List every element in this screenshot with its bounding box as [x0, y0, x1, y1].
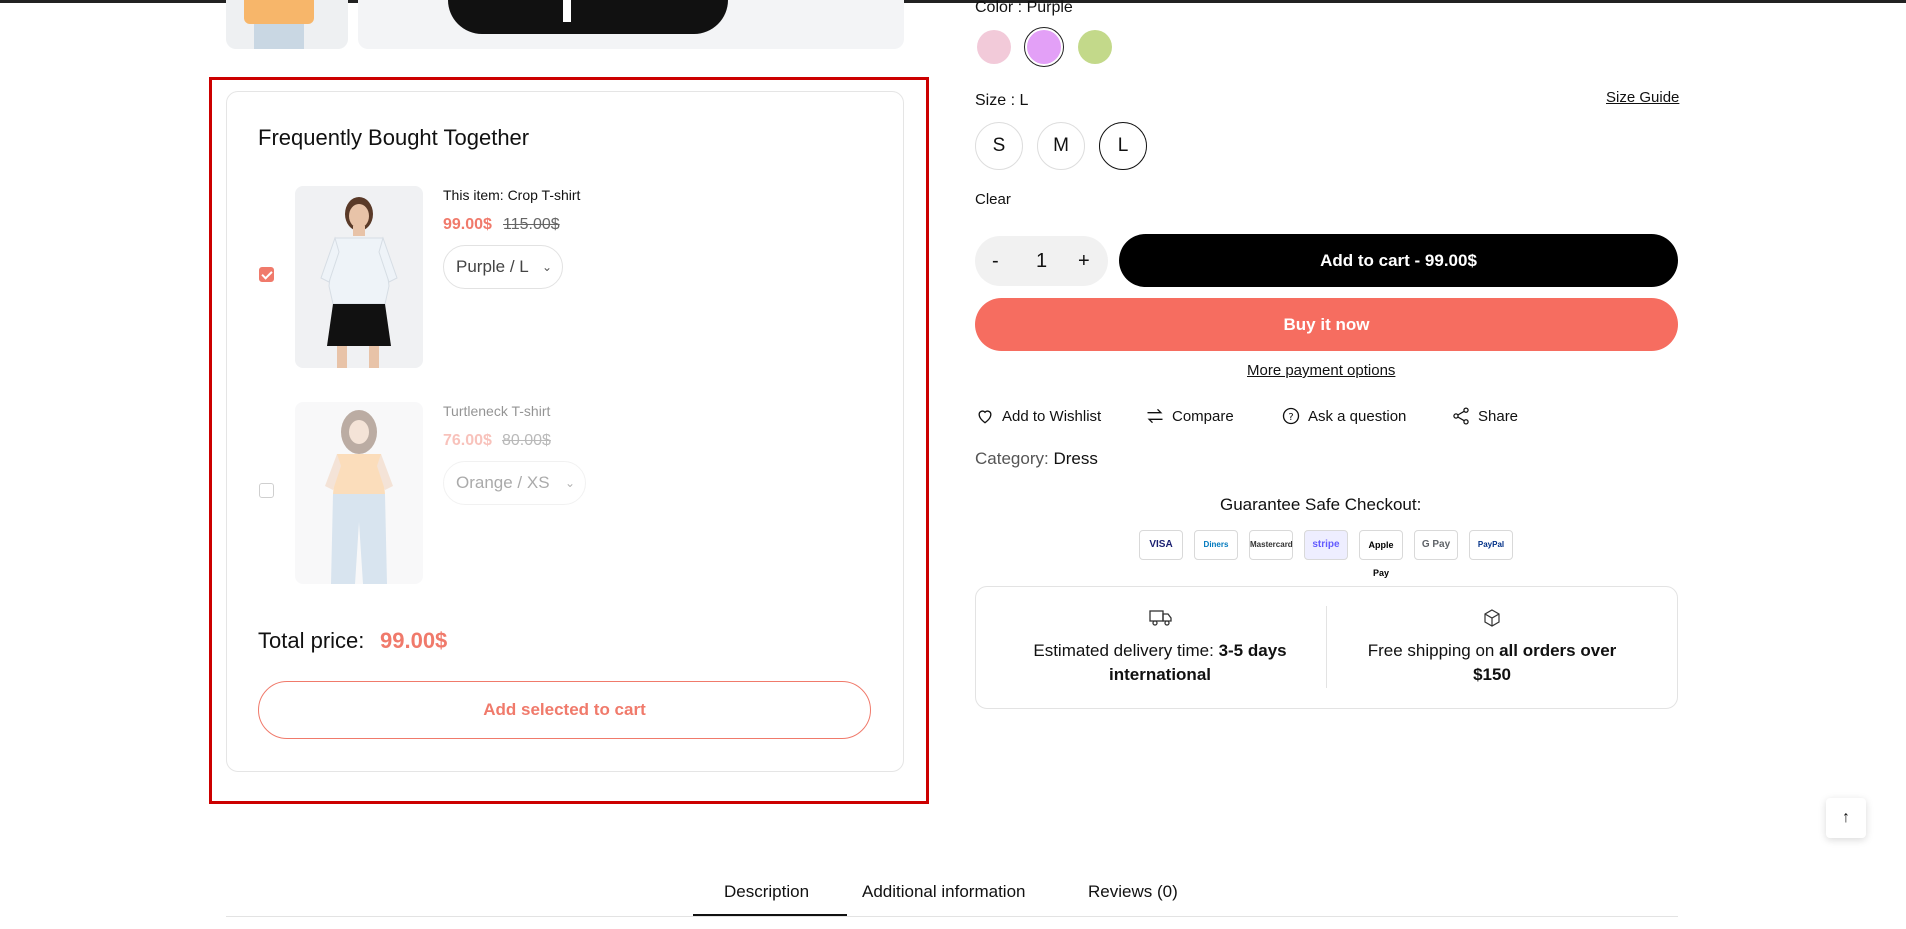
- quantity-minus-button[interactable]: -: [992, 236, 999, 286]
- color-label-text: Color :: [975, 0, 1023, 16]
- truck-icon: [1149, 610, 1172, 626]
- google-pay-icon: G Pay: [1414, 530, 1458, 560]
- more-payment-options-link[interactable]: More payment options: [1247, 362, 1395, 379]
- shipping-prefix: Free shipping on: [1367, 641, 1495, 660]
- diners-club-icon: Diners: [1194, 530, 1238, 560]
- size-value: L: [1019, 92, 1029, 109]
- share-action[interactable]: Share: [1451, 406, 1518, 426]
- gallery-thumbnail[interactable]: [226, 0, 348, 49]
- tab-reviews[interactable]: Reviews (0): [1088, 882, 1178, 902]
- delivery-prefix: Estimated delivery time:: [1033, 641, 1214, 660]
- fbt-item-name[interactable]: Turtleneck T-shirt: [443, 403, 550, 419]
- fbt-item-sale-price: 76.00$: [443, 432, 492, 449]
- size-label: Size : L: [975, 92, 1028, 110]
- mastercard-icon: Mastercard: [1249, 530, 1293, 560]
- compare-action[interactable]: Compare: [1145, 406, 1234, 426]
- swatch-green[interactable]: [1078, 30, 1112, 64]
- scroll-to-top-button[interactable]: ↑: [1826, 798, 1866, 838]
- add-to-wishlist-label: Add to Wishlist: [1002, 407, 1102, 425]
- fbt-item-checkbox[interactable]: [259, 483, 274, 498]
- product-image-turtleneck-tshirt[interactable]: [295, 402, 423, 584]
- main-image-skirt-shape: [448, 0, 728, 34]
- stripe-icon: stripe: [1304, 530, 1348, 560]
- fbt-item-checkbox[interactable]: [259, 267, 274, 282]
- compare-icon: [1147, 408, 1163, 424]
- free-shipping-text: Free shipping on all orders over $150: [1342, 639, 1642, 687]
- ask-a-question-label: Ask a question: [1308, 407, 1407, 425]
- category-link[interactable]: Dress: [1053, 449, 1097, 468]
- arrow-up-icon: ↑: [1842, 809, 1850, 826]
- variant-value: Orange / XS: [456, 473, 550, 492]
- swatch-pink[interactable]: [977, 30, 1011, 64]
- main-image-stripe: [563, 0, 571, 22]
- compare-label: Compare: [1172, 407, 1234, 425]
- fbt-variant-select[interactable]: Purple / L ⌄: [443, 245, 563, 289]
- thumbnail-jeans-shape: [254, 24, 304, 49]
- quantity-plus-button[interactable]: +: [1078, 236, 1090, 286]
- tab-description[interactable]: Description: [724, 882, 809, 902]
- size-guide-link[interactable]: Size Guide: [1606, 89, 1679, 106]
- paypal-icon: PayPal: [1469, 530, 1513, 560]
- delivery-time-text: Estimated delivery time: 3-5 days intern…: [1010, 639, 1310, 687]
- color-label: Color : Purple: [975, 0, 1073, 17]
- variant-value: Purple / L: [456, 257, 529, 276]
- total-price-value: 99.00$: [380, 628, 448, 653]
- add-selected-to-cart-button[interactable]: Add selected to cart: [258, 681, 871, 739]
- shipping-condition: all orders over: [1499, 641, 1617, 660]
- category-label: Category:: [975, 449, 1049, 468]
- gallery-main-image: [358, 0, 904, 49]
- box-icon: [1484, 609, 1500, 627]
- size-option-m[interactable]: M: [1037, 122, 1085, 170]
- delivery-days: 3-5 days: [1218, 641, 1287, 660]
- visa-icon: VISA: [1139, 530, 1183, 560]
- fbt-title: Frequently Bought Together: [258, 125, 530, 150]
- chevron-down-icon: ⌄: [541, 260, 552, 274]
- heart-icon: [978, 410, 992, 424]
- add-to-cart-button[interactable]: Add to cart - 99.00$: [1119, 234, 1678, 287]
- fbt-item-old-price: 80.00$: [502, 432, 551, 449]
- size-option-s[interactable]: S: [975, 122, 1023, 170]
- guarantee-safe-checkout-title: Guarantee Safe Checkout:: [1220, 495, 1422, 514]
- clear-link[interactable]: Clear: [975, 191, 1011, 208]
- share-label: Share: [1478, 407, 1519, 425]
- category: Category: Dress: [975, 449, 1098, 469]
- size-option-l[interactable]: L: [1099, 122, 1147, 170]
- active-tab-indicator: [693, 914, 847, 916]
- delivery-region: international: [1108, 665, 1211, 684]
- tab-additional-information[interactable]: Additional information: [862, 882, 1025, 902]
- quantity-stepper: - 1 +: [975, 236, 1108, 286]
- color-value: Purple: [1026, 0, 1073, 16]
- fbt-item-old-price: 115.00$: [503, 216, 560, 233]
- shipping-threshold: $150: [1473, 665, 1511, 684]
- buy-it-now-button[interactable]: Buy it now: [975, 298, 1678, 351]
- chevron-down-icon: ⌄: [564, 476, 575, 490]
- thumbnail-shirt-shape: [244, 0, 314, 24]
- product-image-crop-tshirt[interactable]: [295, 186, 423, 368]
- svg-text:?: ?: [1288, 412, 1293, 423]
- fbt-item-name[interactable]: This item: Crop T-shirt: [443, 187, 580, 203]
- quantity-value[interactable]: 1: [1036, 236, 1047, 286]
- share-icon: [1453, 407, 1469, 425]
- info-divider: [1326, 606, 1327, 688]
- size-label-text: Size :: [975, 92, 1016, 109]
- add-to-wishlist-action[interactable]: Add to Wishlist: [975, 406, 1101, 426]
- question-icon: ?: [1282, 407, 1300, 425]
- tabs-border: [226, 916, 1678, 917]
- swatch-purple[interactable]: [1027, 30, 1061, 64]
- ask-a-question-action[interactable]: ? Ask a question: [1281, 406, 1406, 426]
- fbt-variant-select[interactable]: Orange / XS ⌄: [443, 461, 586, 505]
- fbt-item-sale-price: 99.00$: [443, 216, 492, 233]
- total-price-label: Total price:: [258, 628, 365, 653]
- apple-pay-icon: Apple Pay: [1359, 530, 1403, 578]
